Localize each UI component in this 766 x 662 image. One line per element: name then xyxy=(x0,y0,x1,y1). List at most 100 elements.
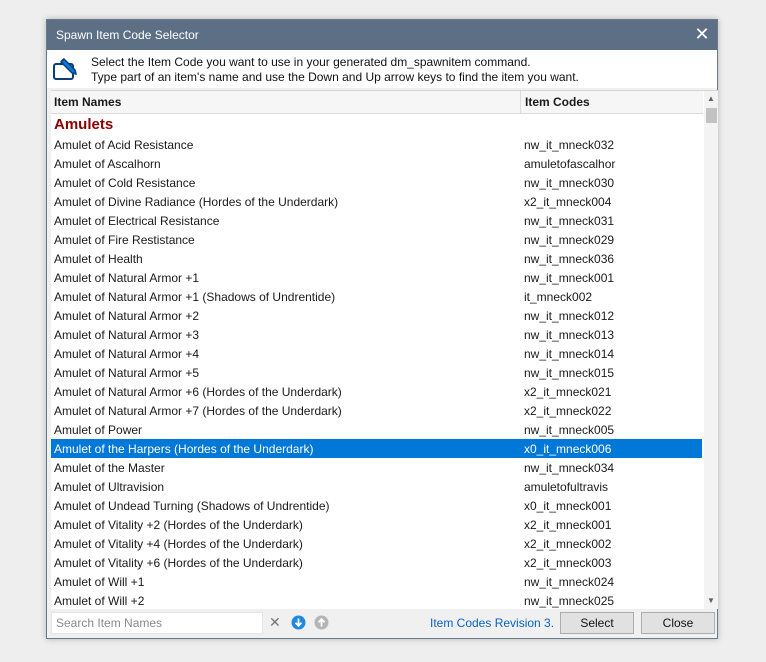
close-button[interactable]: Close xyxy=(641,612,715,634)
column-header-item-codes: Item Codes xyxy=(525,95,590,109)
find-next-down-icon[interactable] xyxy=(291,615,306,630)
item-code-cell: nw_it_mneck024 xyxy=(524,575,615,589)
table-row[interactable]: Amulet of Natural Armor +5 nw_it_mneck015 xyxy=(51,363,702,382)
item-name-cell: Amulet of Will +2 xyxy=(54,594,145,608)
scroll-down-icon[interactable]: ▼ xyxy=(704,593,718,609)
edit-pencil-icon xyxy=(53,57,78,80)
item-code-cell: x0_it_mneck006 xyxy=(524,442,612,456)
table-body: Amulets Amulet of Acid Resistance nw_it_m… xyxy=(51,114,702,609)
item-code-cell: amuletofascalhor xyxy=(524,157,616,171)
find-previous-up-icon[interactable] xyxy=(314,615,329,630)
revision-link[interactable]: Item Codes Revision 3. xyxy=(430,616,554,630)
item-name-cell: Amulet of Natural Armor +3 xyxy=(54,328,200,342)
item-code-cell: nw_it_mneck001 xyxy=(524,271,615,285)
table-header: Item Names Item Codes xyxy=(51,91,703,114)
table-row[interactable]: Amulet of Natural Armor +3 nw_it_mneck013 xyxy=(51,325,702,344)
table-row[interactable]: Amulet of Will +1 nw_it_mneck024 xyxy=(51,572,702,591)
item-code-cell: nw_it_mneck025 xyxy=(524,594,615,608)
instruction-line-1: Select the Item Code you want to use in … xyxy=(91,55,531,69)
select-button[interactable]: Select xyxy=(560,612,634,634)
item-name-cell: Amulet of Health xyxy=(54,252,143,266)
table-row[interactable]: Amulet of Natural Armor +1 nw_it_mneck001 xyxy=(51,268,702,287)
item-name-cell: Amulet of Ascalhorn xyxy=(54,157,161,171)
table-row[interactable]: Amulet of Natural Armor +1 (Shadows of U… xyxy=(51,287,702,306)
item-code-cell: x2_it_mneck022 xyxy=(524,404,612,418)
item-name-cell: Amulet of Fire Restistance xyxy=(54,233,195,247)
item-name-cell: Amulet of Vitality +2 (Hordes of the Und… xyxy=(54,518,303,532)
item-code-cell: nw_it_mneck005 xyxy=(524,423,615,437)
item-code-cell: x2_it_mneck021 xyxy=(524,385,612,399)
table-row[interactable]: Amulet of Power nw_it_mneck005 xyxy=(51,420,702,439)
column-header-item-codes-cell[interactable]: Item Codes xyxy=(520,91,590,113)
item-name-cell: Amulet of the Master xyxy=(54,461,165,475)
item-name-cell: Amulet of Natural Armor +7 (Hordes of th… xyxy=(54,404,342,418)
item-code-cell: x2_it_mneck003 xyxy=(524,556,612,570)
item-name-cell: Amulet of Cold Resistance xyxy=(54,176,196,190)
item-name-cell: Amulet of Natural Armor +1 xyxy=(54,271,200,285)
window-close-icon[interactable]: ✕ xyxy=(687,20,717,50)
footer-bar: ✕ Item Codes Revision 3. Select Close xyxy=(47,608,717,638)
table-row[interactable]: Amulet of Cold Resistance nw_it_mneck030 xyxy=(51,173,702,192)
table-row[interactable]: Amulet of Divine Radiance (Hordes of the… xyxy=(51,192,702,211)
item-code-cell: x2_it_mneck001 xyxy=(524,518,612,532)
item-code-cell: x0_it_mneck001 xyxy=(524,499,612,513)
item-name-cell: Amulet of Power xyxy=(54,423,143,437)
scrollbar-thumb[interactable] xyxy=(706,108,717,123)
dialog-window: Spawn Item Code Selector ✕ Select the It… xyxy=(46,19,718,639)
item-code-cell: x2_it_mneck004 xyxy=(524,195,612,209)
item-name-cell: Amulet of Natural Armor +1 (Shadows of U… xyxy=(54,290,336,304)
table-row[interactable]: Amulet of the Harpers (Hordes of the Und… xyxy=(51,439,702,458)
item-name-cell: Amulet of Natural Armor +5 xyxy=(54,366,200,380)
item-code-cell: nw_it_mneck036 xyxy=(524,252,615,266)
table-row[interactable]: Amulet of Natural Armor +4 nw_it_mneck014 xyxy=(51,344,702,363)
item-codes-table: Item Names Item Codes Amulets Amulet of … xyxy=(51,90,718,609)
item-code-cell: nw_it_mneck030 xyxy=(524,176,615,190)
table-row[interactable]: Amulet of Health nw_it_mneck036 xyxy=(51,249,702,268)
item-name-cell: Amulet of Natural Armor +6 (Hordes of th… xyxy=(54,385,342,399)
table-row[interactable]: Amulet of Acid Resistance nw_it_mneck032 xyxy=(51,135,702,154)
item-code-cell: x2_it_mneck002 xyxy=(524,537,612,551)
table-row[interactable]: Amulet of Ascalhorn amuletofascalhor xyxy=(51,154,702,173)
table-row[interactable]: Amulet of the Master nw_it_mneck034 xyxy=(51,458,702,477)
instruction-line-2: Type part of an item's name and use the … xyxy=(91,70,579,84)
table-row[interactable]: Amulet of Vitality +6 (Hordes of the Und… xyxy=(51,553,702,572)
title-bar[interactable]: Spawn Item Code Selector ✕ xyxy=(47,20,717,50)
item-code-cell: it_mneck002 xyxy=(524,290,593,304)
item-name-cell: Amulet of Ultravision xyxy=(54,480,165,494)
item-name-cell: Amulet of Vitality +4 (Hordes of the Und… xyxy=(54,537,303,551)
group-label-amulets: Amulets xyxy=(54,116,114,133)
item-name-cell: Amulet of Undead Turning (Shadows of Und… xyxy=(54,499,330,513)
table-row[interactable]: Amulet of Vitality +2 (Hordes of the Und… xyxy=(51,515,702,534)
item-code-cell: nw_it_mneck013 xyxy=(524,328,615,342)
table-row[interactable]: Amulet of Electrical Resistance nw_it_mne… xyxy=(51,211,702,230)
item-code-cell: nw_it_mneck032 xyxy=(524,138,615,152)
table-row[interactable]: Amulet of Natural Armor +2 nw_it_mneck012 xyxy=(51,306,702,325)
clear-search-icon[interactable]: ✕ xyxy=(269,615,281,629)
table-row[interactable]: Amulet of Will +2 nw_it_mneck025 xyxy=(51,591,702,609)
item-code-cell: amuletofultravis xyxy=(524,480,609,494)
item-code-cell: nw_it_mneck029 xyxy=(524,233,615,247)
item-code-cell: nw_it_mneck031 xyxy=(524,214,615,228)
item-name-cell: Amulet of Divine Radiance (Hordes of the… xyxy=(54,195,339,209)
scroll-up-icon[interactable]: ▲ xyxy=(704,91,718,107)
item-name-cell: Amulet of Will +1 xyxy=(54,575,145,589)
window-title: Spawn Item Code Selector xyxy=(56,28,199,42)
table-row[interactable]: Amulet of Vitality +4 (Hordes of the Und… xyxy=(51,534,702,553)
table-row[interactable]: Amulet of Fire Restistance nw_it_mneck029 xyxy=(51,230,702,249)
item-code-cell: nw_it_mneck014 xyxy=(524,347,615,361)
item-code-cell: nw_it_mneck015 xyxy=(524,366,615,380)
item-name-cell: Amulet of Electrical Resistance xyxy=(54,214,220,228)
table-row[interactable]: Amulet of Natural Armor +7 (Hordes of th… xyxy=(51,401,702,420)
column-header-item-names[interactable]: Item Names xyxy=(54,95,121,109)
item-name-cell: Amulet of Natural Armor +4 xyxy=(54,347,200,361)
vertical-scrollbar[interactable]: ▲ ▼ xyxy=(704,91,718,609)
item-name-cell: Amulet of Vitality +6 (Hordes of the Und… xyxy=(54,556,303,570)
table-row[interactable]: Amulet of Ultravision amuletofultravis xyxy=(51,477,702,496)
search-input[interactable] xyxy=(51,612,263,634)
table-row[interactable]: Amulet of Natural Armor +6 (Hordes of th… xyxy=(51,382,702,401)
item-name-cell: Amulet of Acid Resistance xyxy=(54,138,194,152)
item-code-cell: nw_it_mneck034 xyxy=(524,461,615,475)
item-code-cell: nw_it_mneck012 xyxy=(524,309,615,323)
table-row[interactable]: Amulet of Undead Turning (Shadows of Und… xyxy=(51,496,702,515)
instructions-panel: Select the Item Code you want to use in … xyxy=(47,50,717,88)
